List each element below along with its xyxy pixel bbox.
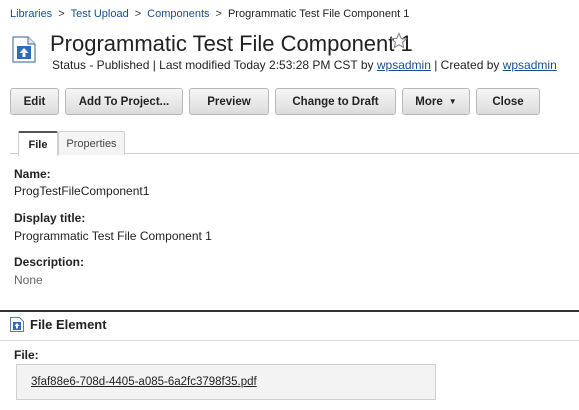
breadcrumb-current: Programmatic Test File Component 1 (227, 8, 410, 20)
breadcrumb-libraries[interactable]: Libraries (10, 8, 52, 20)
status-line: Status - Published | Last modified Today… (52, 58, 557, 72)
created-by-link[interactable]: wpsadmin (503, 58, 557, 72)
action-toolbar: Edit Add To Project... Preview Change to… (10, 88, 540, 115)
breadcrumb-components[interactable]: Components (147, 8, 209, 20)
breadcrumb-separator: > (215, 8, 222, 20)
preview-button[interactable]: Preview (189, 88, 269, 115)
status-text: Status - Published | Last modified Today… (52, 58, 377, 72)
display-title-value: Programmatic Test File Component 1 (14, 229, 212, 243)
tab-bar: File Properties (10, 130, 579, 156)
more-button[interactable]: More ▼ (402, 88, 470, 115)
file-link[interactable]: 3faf88e6-708d-4405-a085-6a2fc3798f35.pdf (31, 376, 257, 388)
description-label: Description: (14, 255, 85, 269)
star-icon[interactable] (390, 32, 408, 50)
display-title-label: Display title: (14, 211, 86, 225)
more-button-label: More (415, 95, 443, 108)
close-button[interactable]: Close (476, 88, 540, 115)
tab-properties[interactable]: Properties (58, 131, 125, 155)
modified-by-link[interactable]: wpsadmin (377, 58, 431, 72)
description-value: None (14, 273, 43, 287)
name-value: ProgTestFileComponent1 (14, 184, 150, 198)
file-element-heading: File Element (30, 317, 107, 332)
edit-button[interactable]: Edit (10, 88, 59, 115)
file-component-icon (12, 36, 36, 63)
breadcrumb-test-upload[interactable]: Test Upload (71, 8, 129, 20)
change-to-draft-button[interactable]: Change to Draft (275, 88, 396, 115)
breadcrumb-separator: > (58, 8, 65, 20)
section-divider (0, 310, 579, 312)
file-element-header: File Element (10, 317, 107, 332)
breadcrumb-separator: > (134, 8, 142, 20)
name-label: Name: (14, 167, 51, 181)
file-label: File: (14, 348, 39, 362)
file-box: 3faf88e6-708d-4405-a085-6a2fc3798f35.pdf (16, 364, 436, 400)
add-to-project-button[interactable]: Add To Project... (65, 88, 183, 115)
tab-file[interactable]: File (18, 131, 58, 156)
chevron-down-icon: ▼ (448, 97, 457, 106)
file-element-icon (10, 317, 24, 332)
section-underline (0, 340, 579, 341)
breadcrumb: Libraries > Test Upload > Components > Program… (10, 8, 409, 20)
page-title: Programmatic Test File Component 1 (50, 31, 413, 56)
created-by-text: | Created by (430, 58, 503, 72)
